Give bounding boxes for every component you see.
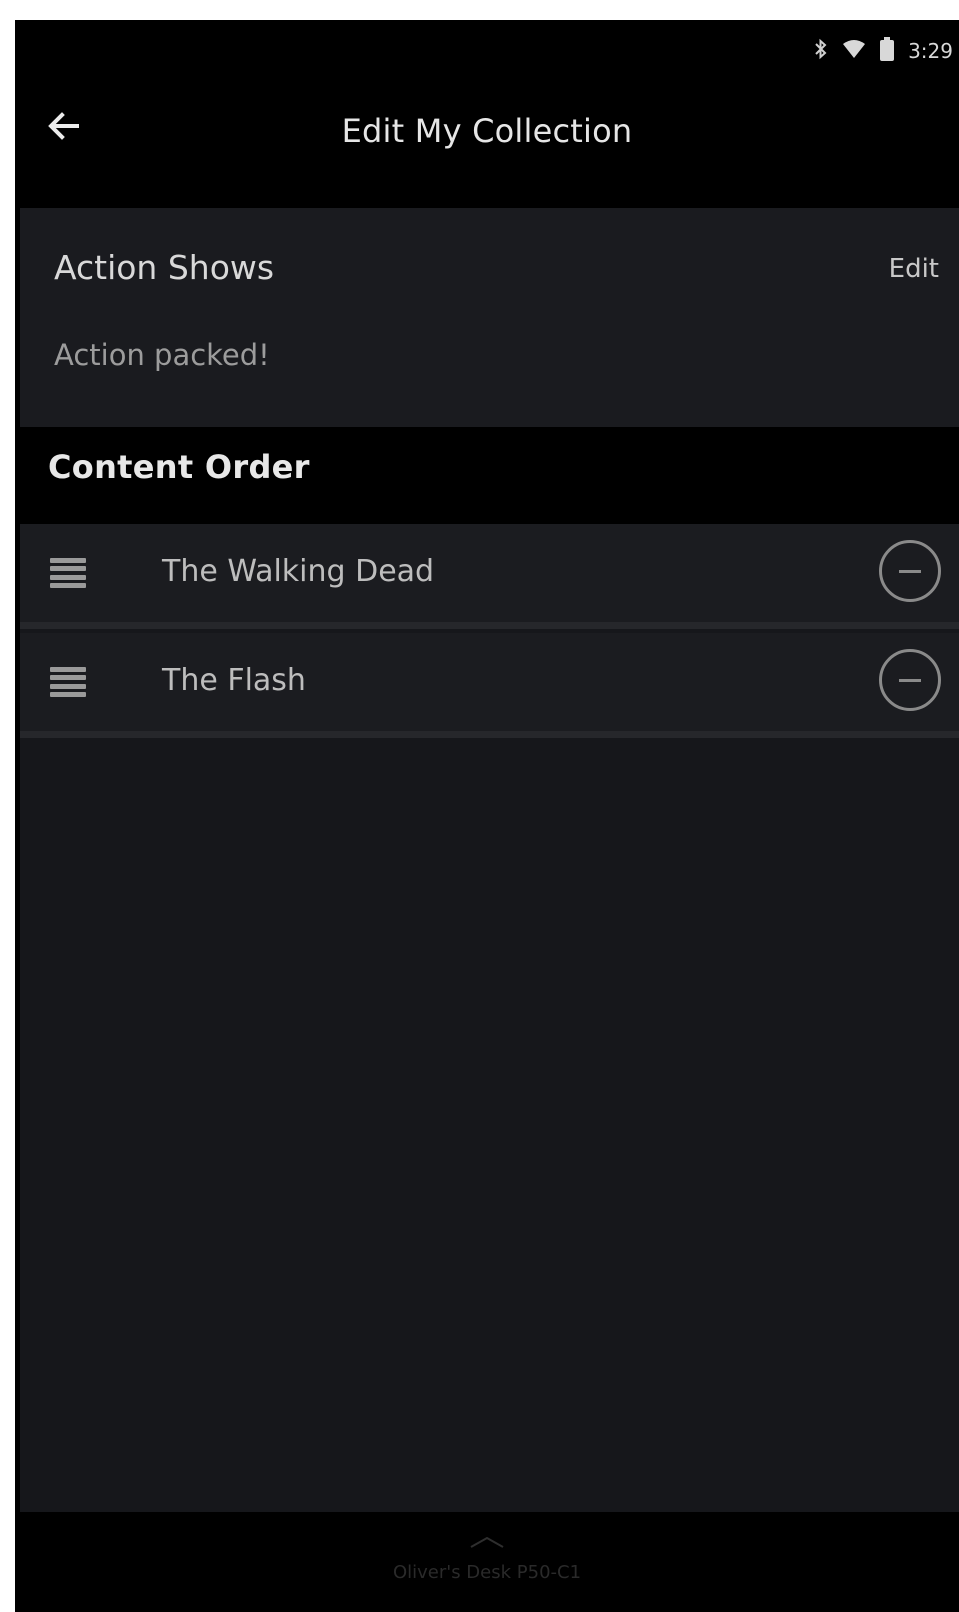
bottom-device-bar: Oliver's Desk P50-C1 xyxy=(15,1512,959,1612)
status-time: 3:29 xyxy=(908,39,953,63)
wifi-icon xyxy=(842,39,866,63)
status-icons: 3:29 xyxy=(814,37,953,65)
app-screen: 3:29 Edit My Collection Action Shows Edi… xyxy=(15,20,959,1612)
content-order-header: Content Order xyxy=(48,448,310,486)
device-name[interactable]: Oliver's Desk P50-C1 xyxy=(15,1562,959,1583)
minus-icon xyxy=(899,569,921,573)
list-item-title: The Flash xyxy=(162,663,306,698)
bluetooth-icon xyxy=(814,38,828,64)
list-item-title: The Walking Dead xyxy=(162,554,435,589)
status-bar: 3:29 xyxy=(15,20,959,82)
chevron-up-icon[interactable] xyxy=(469,1534,505,1553)
list-item: The Flash xyxy=(20,633,959,738)
page-title: Edit My Collection xyxy=(341,112,633,150)
collection-name: Action Shows xyxy=(54,248,275,287)
remove-item-button[interactable] xyxy=(879,540,941,602)
remove-item-button[interactable] xyxy=(879,649,941,711)
edit-collection-button[interactable]: Edit xyxy=(889,254,939,284)
drag-handle-icon[interactable] xyxy=(50,558,86,588)
collection-description: Action packed! xyxy=(54,338,270,372)
drag-handle-icon[interactable] xyxy=(50,667,86,697)
list-item: The Walking Dead xyxy=(20,524,959,629)
content-order-list: The Walking Dead The Flash xyxy=(20,524,959,1512)
app-bar: Edit My Collection xyxy=(15,82,959,206)
minus-icon xyxy=(899,678,921,682)
battery-icon xyxy=(880,37,895,65)
collection-info-card: Action Shows Edit Action packed! xyxy=(20,208,959,427)
